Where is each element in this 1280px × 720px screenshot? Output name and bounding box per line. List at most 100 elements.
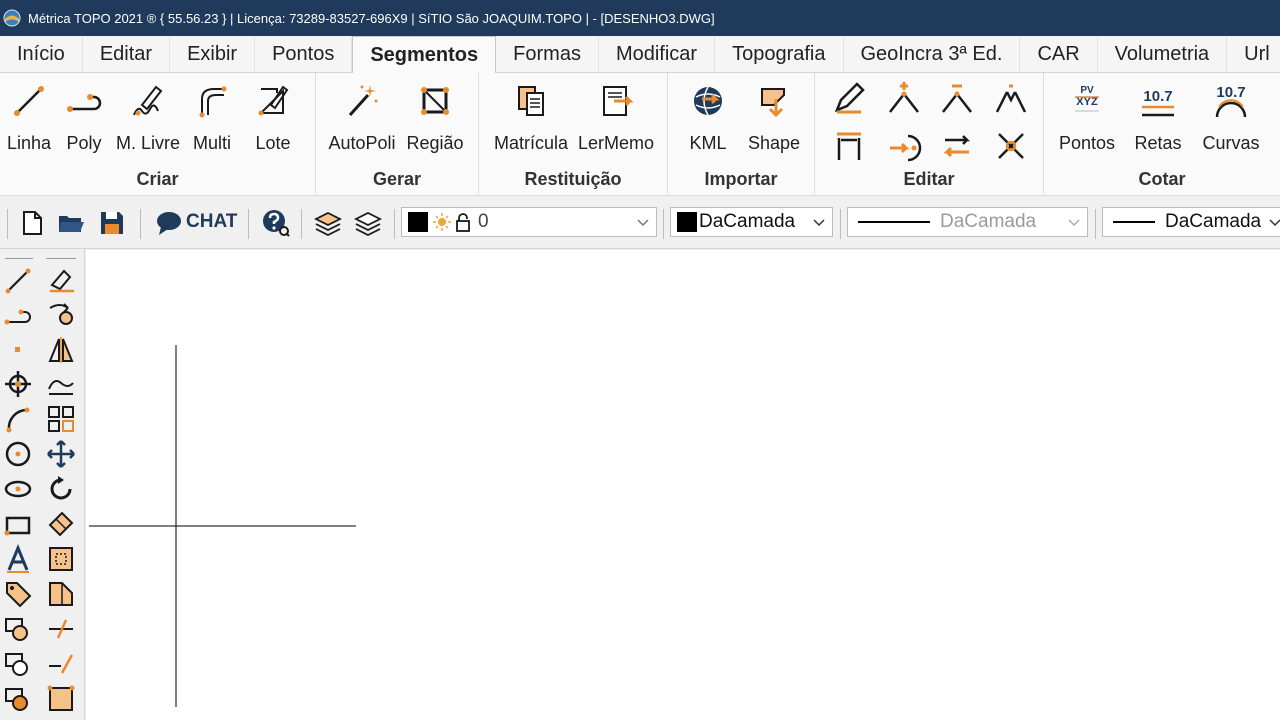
add-vertex-button[interactable] bbox=[882, 79, 926, 117]
draw-polyline-tool[interactable] bbox=[1, 298, 35, 332]
tab-exibir[interactable]: Exibir bbox=[170, 37, 256, 72]
circle-icon bbox=[5, 441, 31, 467]
break-line-button[interactable] bbox=[989, 79, 1033, 117]
join-tool[interactable] bbox=[44, 647, 78, 681]
add-vertex-icon bbox=[889, 82, 919, 113]
new-file-button[interactable] bbox=[16, 207, 48, 239]
layers-icon bbox=[314, 211, 342, 237]
ellipse-icon bbox=[4, 480, 32, 498]
ribbon: Linha Poly M. Livre Multi Lote Criar Aut… bbox=[0, 73, 1280, 196]
group-label-importar: Importar bbox=[704, 169, 778, 189]
draw-target-tool[interactable] bbox=[1, 367, 35, 401]
copy-object-tool[interactable] bbox=[44, 298, 78, 332]
shape-label: Shape bbox=[747, 133, 801, 153]
tab-url[interactable]: Url bbox=[1227, 37, 1280, 72]
tab-segmentos[interactable]: Segmentos bbox=[352, 36, 497, 73]
tab-car[interactable]: CAR bbox=[1020, 37, 1098, 72]
rotate-tool[interactable] bbox=[44, 472, 78, 506]
draw-ellipse-tool[interactable] bbox=[1, 472, 35, 506]
layers-button[interactable] bbox=[312, 207, 344, 239]
cotar-curvas-button[interactable]: 10.7 Curvas bbox=[1203, 81, 1260, 159]
tab-formas[interactable]: Formas bbox=[496, 37, 599, 72]
ribbon-group-criar: Linha Poly M. Livre Multi Lote Criar bbox=[0, 73, 316, 196]
tab-inicio[interactable]: Início bbox=[0, 37, 83, 72]
chat-icon bbox=[157, 212, 181, 235]
block-insert-tool[interactable] bbox=[1, 612, 35, 646]
toolbar-separator bbox=[394, 209, 395, 239]
chamfer-tool[interactable] bbox=[44, 577, 78, 611]
layer-select[interactable]: 0 bbox=[401, 207, 657, 237]
offset-tool[interactable] bbox=[44, 367, 78, 401]
text-tool[interactable] bbox=[1, 542, 35, 576]
layer-states-button[interactable] bbox=[352, 207, 384, 239]
stretch-tool[interactable] bbox=[44, 542, 78, 576]
chat-icon-button[interactable] bbox=[153, 207, 185, 239]
lineweight-select[interactable]: DaCamada bbox=[1102, 207, 1280, 237]
draw-line-tool[interactable] bbox=[1, 263, 35, 297]
tab-pontos[interactable]: Pontos bbox=[255, 37, 353, 72]
matricula-button[interactable]: Matrícula bbox=[494, 81, 568, 159]
shape-button[interactable]: Shape bbox=[746, 81, 802, 159]
toolbar-separator bbox=[248, 209, 249, 239]
chamfer-icon bbox=[49, 582, 73, 606]
kml-button[interactable]: KML bbox=[680, 81, 736, 159]
region-icon bbox=[421, 87, 449, 115]
erase-tool[interactable] bbox=[44, 263, 78, 297]
tab-geoincra[interactable]: GeoIncra 3ª Ed. bbox=[844, 37, 1021, 72]
remove-vertex-icon bbox=[942, 84, 972, 113]
chat-label[interactable]: CHAT bbox=[186, 211, 237, 233]
cotar-pontos-button[interactable]: PV XYZ Pontos bbox=[1059, 81, 1115, 159]
break-tool[interactable] bbox=[44, 612, 78, 646]
linetype-select[interactable]: DaCamada bbox=[847, 207, 1088, 237]
drawing-canvas[interactable] bbox=[86, 250, 1280, 720]
linha-button[interactable]: Linha bbox=[1, 81, 57, 159]
draw-rectangle-tool[interactable] bbox=[1, 507, 35, 541]
save-button[interactable] bbox=[96, 207, 128, 239]
chevron-down-icon bbox=[1068, 219, 1080, 227]
retas-value-text: 10.7 bbox=[1143, 88, 1172, 105]
m-livre-button[interactable]: M. Livre bbox=[116, 81, 180, 159]
pontos-xyz-text: XYZ bbox=[1076, 96, 1098, 108]
help-button[interactable] bbox=[260, 207, 292, 239]
scale-tool[interactable] bbox=[44, 507, 78, 541]
fillet-tool[interactable] bbox=[44, 682, 78, 716]
autopoli-button[interactable]: AutoPoli bbox=[328, 81, 396, 159]
app-logo-icon bbox=[3, 9, 21, 27]
lote-button[interactable]: Lote bbox=[245, 81, 301, 159]
tab-topografia[interactable]: Topografia bbox=[715, 37, 844, 72]
mirror-tool[interactable] bbox=[44, 333, 78, 367]
properties-toolbar: CHAT 0 DaCamada DaCamada DaCamada bbox=[0, 197, 1280, 249]
trim-button[interactable] bbox=[827, 127, 871, 165]
trim-icon bbox=[837, 132, 861, 160]
tab-modificar[interactable]: Modificar bbox=[599, 37, 716, 72]
ribbon-group-importar: KML Shape Importar bbox=[668, 73, 815, 196]
extend-button[interactable] bbox=[882, 127, 926, 165]
intersect-button[interactable] bbox=[989, 127, 1033, 165]
linha-label: Linha bbox=[6, 133, 52, 153]
multi-label: Multi bbox=[192, 133, 231, 153]
color-select[interactable]: DaCamada bbox=[670, 207, 833, 237]
cotar-retas-button[interactable]: 10.7 Retas bbox=[1130, 81, 1186, 159]
lermemo-button[interactable]: LerMemo bbox=[578, 81, 654, 159]
group-label-cotar: Cotar bbox=[1138, 169, 1186, 189]
edit-pencil-button[interactable] bbox=[827, 79, 871, 117]
draw-point-tool[interactable] bbox=[1, 333, 35, 367]
block-define-tool[interactable] bbox=[1, 682, 35, 716]
draw-circle-tool[interactable] bbox=[1, 437, 35, 471]
block-edit-tool[interactable] bbox=[1, 647, 35, 681]
rectangle-icon bbox=[4, 516, 31, 536]
toolbar-grip bbox=[46, 258, 76, 259]
tab-editar[interactable]: Editar bbox=[83, 37, 171, 72]
draw-arc-tool[interactable] bbox=[1, 402, 35, 436]
open-file-button[interactable] bbox=[55, 207, 87, 239]
multi-button[interactable]: Multi bbox=[184, 81, 240, 159]
lermemo-label: LerMemo bbox=[577, 133, 655, 153]
reverse-button[interactable] bbox=[935, 127, 979, 165]
tab-volumetria[interactable]: Volumetria bbox=[1098, 37, 1228, 72]
regiao-button[interactable]: Região bbox=[406, 81, 464, 159]
label-tool[interactable] bbox=[1, 577, 35, 611]
array-tool[interactable] bbox=[44, 402, 78, 436]
remove-vertex-button[interactable] bbox=[935, 79, 979, 117]
move-tool[interactable] bbox=[44, 437, 78, 471]
poly-button[interactable]: Poly bbox=[56, 81, 112, 159]
